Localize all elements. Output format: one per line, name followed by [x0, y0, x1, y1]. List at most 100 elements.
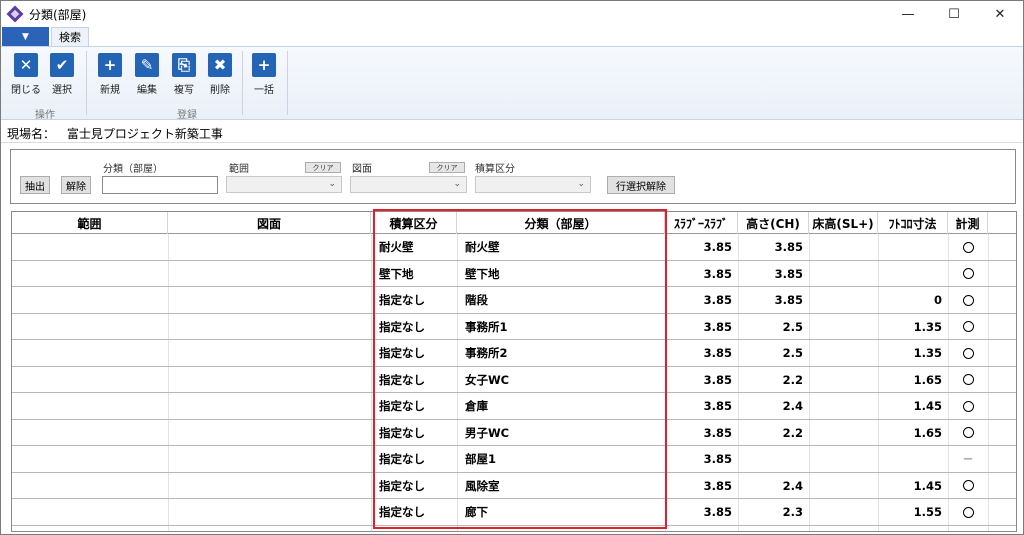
- file-menu-button[interactable]: ▼: [2, 27, 49, 46]
- release-button[interactable]: 解除: [61, 176, 91, 194]
- cell-measure: [948, 314, 988, 340]
- cell-drawing: [168, 340, 371, 366]
- cell-range: [12, 314, 168, 340]
- measured-circle-icon: [962, 294, 974, 306]
- category-filter-input[interactable]: [102, 176, 218, 194]
- check-icon: ✔: [50, 53, 74, 77]
- cell-slab: 3.85: [703, 505, 732, 519]
- bulk-button-label: 一括: [254, 85, 274, 96]
- group-label-operation: 操作: [35, 110, 55, 121]
- cell-floor: [809, 287, 878, 313]
- estimate-select[interactable]: ⌄: [475, 176, 591, 193]
- copy-button[interactable]: ⎘ 複写: [166, 53, 202, 96]
- drawing-filter-label: 図面: [352, 164, 372, 175]
- column-header-futokoro[interactable]: ﾌﾄｺﾛ寸法: [878, 212, 948, 234]
- select-button[interactable]: ✔ 選択: [44, 53, 80, 96]
- maximize-button[interactable]: ☐: [931, 1, 977, 27]
- cell-futokoro: 1.35: [913, 319, 942, 334]
- cell-drawing: [168, 314, 371, 340]
- edit-button[interactable]: ✎ 編集: [129, 53, 165, 96]
- copy-icon: ⎘: [172, 53, 196, 77]
- drawing-clear-button[interactable]: クリア: [429, 162, 465, 173]
- divider: [1, 142, 1023, 143]
- column-header-floor[interactable]: 床高(SL+): [809, 212, 878, 234]
- cell-measure: [948, 261, 988, 287]
- title-bar: 分類(部屋) — ☐ ✕: [1, 1, 1023, 27]
- measured-circle-icon: [962, 427, 974, 438]
- range-clear-button[interactable]: クリア: [305, 162, 341, 173]
- tab-search[interactable]: 検索: [51, 27, 89, 46]
- measured-circle-icon: [962, 506, 974, 518]
- cell-futokoro: 1.65: [913, 425, 942, 440]
- cell-floor: [809, 367, 878, 393]
- highlight-box: [373, 209, 667, 529]
- column-header-range[interactable]: 範囲: [12, 212, 168, 234]
- close-button[interactable]: ✕ 閉じる: [8, 53, 44, 96]
- minimize-button[interactable]: —: [885, 1, 931, 27]
- column-header-height[interactable]: 高さ(CH): [738, 212, 809, 234]
- cell-height: 2.3: [782, 505, 803, 519]
- new-document-icon: +: [98, 53, 122, 77]
- cell-floor: [809, 499, 878, 525]
- cell-range: [12, 420, 168, 446]
- column-header-measure[interactable]: 計測: [948, 212, 988, 234]
- chevron-down-icon: ⌄: [328, 179, 336, 189]
- ribbon-separator: [242, 51, 243, 115]
- cell-drawing: [168, 393, 371, 419]
- ribbon: ✕ 閉じる ✔ 選択 操作 + 新規 ✎ 編集 ⎘ 複写 ✖ 削除 登録 + 一…: [1, 46, 1023, 121]
- measured-circle-icon: [962, 321, 974, 332]
- cell-range: [12, 446, 168, 472]
- cell-drawing: [168, 287, 371, 313]
- cell-drawing: [168, 234, 371, 260]
- measured-circle-icon: [962, 480, 974, 491]
- cell-futokoro: [878, 446, 948, 472]
- cell-futokoro: 0: [933, 293, 942, 307]
- extract-button[interactable]: 抽出: [20, 176, 50, 194]
- cell-floor: [809, 234, 878, 260]
- bulk-button[interactable]: + 一括: [246, 53, 282, 96]
- cell-futokoro: [878, 234, 948, 260]
- cell-slab: 3.85: [703, 425, 732, 440]
- cell-measure: [948, 499, 988, 525]
- column-header-drawing[interactable]: 図面: [168, 212, 371, 234]
- cell-range: [12, 367, 168, 393]
- measured-circle-icon: [962, 400, 974, 412]
- delete-button-label: 削除: [210, 85, 230, 96]
- delete-document-icon: ✖: [208, 53, 232, 77]
- close-window-button[interactable]: ✕: [977, 1, 1023, 27]
- cell-futokoro: 1.45: [913, 478, 942, 493]
- edit-button-label: 編集: [137, 85, 157, 96]
- measured-circle-icon: [962, 374, 974, 385]
- copy-button-label: 複写: [174, 85, 194, 96]
- ribbon-separator: [86, 51, 87, 115]
- cell-measure: [948, 340, 988, 366]
- cell-futokoro: 1.45: [913, 399, 942, 413]
- range-select[interactable]: ⌄: [226, 176, 342, 193]
- cell-measure: [948, 473, 988, 499]
- cell-range: [12, 340, 168, 366]
- cell-measure: －: [962, 452, 974, 466]
- cell-slab: 3.85: [703, 319, 732, 334]
- column-header-slab[interactable]: ｽﾗﾌﾞｰｽﾗﾌﾞ: [665, 212, 738, 234]
- cell-range: [12, 287, 168, 313]
- cell-height: 2.2: [782, 425, 803, 440]
- new-button[interactable]: + 新規: [92, 53, 128, 96]
- measured-circle-icon: [962, 241, 974, 253]
- cell-height: [738, 446, 809, 472]
- chevron-down-icon: ⌄: [577, 179, 585, 189]
- cell-futokoro: 1.35: [913, 346, 942, 360]
- row-selection-release-button[interactable]: 行選択解除: [607, 176, 675, 194]
- cell-slab: 3.85: [703, 399, 732, 413]
- cell-measure: [948, 234, 988, 260]
- cell-measure: [948, 367, 988, 393]
- drawing-select[interactable]: ⌄: [350, 176, 467, 193]
- window-title: 分類(部屋): [29, 7, 87, 22]
- delete-button[interactable]: ✖ 削除: [202, 53, 238, 96]
- chevron-down-icon: ⌄: [453, 179, 461, 189]
- cell-drawing: [168, 499, 371, 525]
- cell-range: [12, 499, 168, 525]
- ribbon-separator: [287, 51, 288, 115]
- cell-slab: 3.85: [703, 346, 732, 360]
- site-name-label: 現場名：: [7, 127, 56, 141]
- measured-circle-icon: [962, 268, 974, 279]
